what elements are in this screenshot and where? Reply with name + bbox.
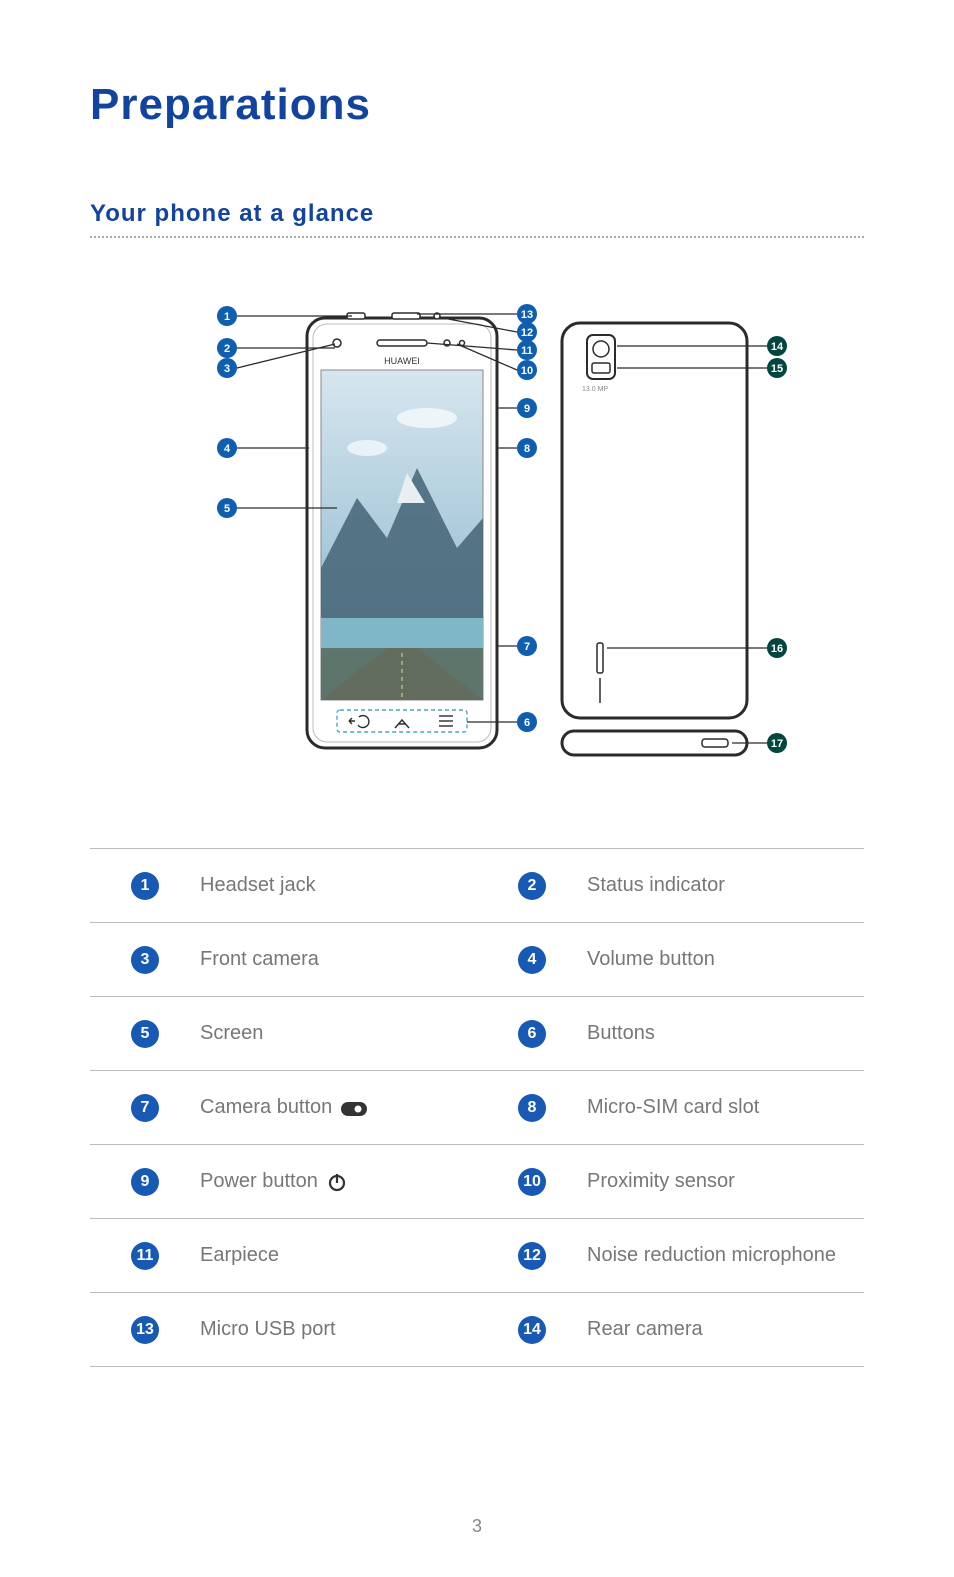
svg-text:1: 1: [224, 311, 230, 323]
parts-table: 1Headset jack2Status indicator3Front cam…: [90, 848, 864, 1367]
table-row: 11Earpiece12Noise reduction microphone: [90, 1219, 864, 1293]
part-label: Buttons: [587, 1022, 864, 1045]
part-label: Noise reduction microphone: [587, 1244, 864, 1267]
table-row: 3Front camera4Volume button: [90, 923, 864, 997]
svg-text:7: 7: [524, 641, 530, 653]
svg-text:13: 13: [521, 309, 533, 321]
svg-text:6: 6: [524, 717, 530, 729]
part-badge: 12: [477, 1242, 587, 1270]
part-badge: 5: [90, 1020, 200, 1048]
part-label: Micro-SIM card slot: [587, 1096, 864, 1119]
page-title: Preparations: [90, 80, 864, 130]
camera-mp-label: 13.0 MP: [582, 386, 608, 393]
table-row: 13Micro USB port14Rear camera: [90, 1293, 864, 1367]
part-label: Power button: [200, 1170, 477, 1193]
part-badge: 11: [90, 1242, 200, 1270]
svg-text:11: 11: [521, 345, 533, 357]
part-badge: 9: [90, 1168, 200, 1196]
part-label: Rear camera: [587, 1318, 864, 1341]
phone-diagram: HUAWEI: [90, 288, 864, 788]
part-badge: 8: [477, 1094, 587, 1122]
part-badge: 6: [477, 1020, 587, 1048]
part-badge: 1: [90, 872, 200, 900]
table-row: 7Camera button8Micro-SIM card slot: [90, 1071, 864, 1145]
svg-text:4: 4: [224, 443, 231, 455]
svg-text:16: 16: [771, 643, 783, 655]
table-row: 1Headset jack2Status indicator: [90, 849, 864, 923]
callout-4: 4: [217, 438, 309, 458]
callout-8: 8: [497, 438, 537, 458]
power-icon: [326, 1171, 348, 1193]
table-row: 9Power button10Proximity sensor: [90, 1145, 864, 1219]
svg-text:15: 15: [771, 363, 783, 375]
svg-text:9: 9: [524, 403, 530, 415]
part-label: Earpiece: [200, 1244, 477, 1267]
part-label: Camera button: [200, 1096, 477, 1119]
part-badge: 14: [477, 1316, 587, 1344]
svg-text:10: 10: [521, 365, 533, 377]
svg-text:12: 12: [521, 327, 533, 339]
part-badge: 7: [90, 1094, 200, 1122]
part-badge: 4: [477, 946, 587, 974]
svg-text:5: 5: [224, 503, 230, 515]
part-label: Front camera: [200, 948, 477, 971]
divider: [90, 236, 864, 238]
svg-text:3: 3: [224, 363, 230, 375]
svg-text:14: 14: [771, 341, 784, 353]
callout-7: 7: [497, 636, 537, 656]
part-label: Screen: [200, 1022, 477, 1045]
part-badge: 10: [477, 1168, 587, 1196]
callout-9: 9: [497, 398, 537, 418]
section-subtitle: Your phone at a glance: [90, 200, 864, 228]
part-label: Headset jack: [200, 874, 477, 897]
part-badge: 3: [90, 946, 200, 974]
part-badge: 13: [90, 1316, 200, 1344]
table-row: 5Screen6Buttons: [90, 997, 864, 1071]
part-badge: 2: [477, 872, 587, 900]
part-label: Status indicator: [587, 874, 864, 897]
camera-icon: [340, 1099, 368, 1117]
part-label: Volume button: [587, 948, 864, 971]
svg-text:8: 8: [524, 443, 530, 455]
brand-label: HUAWEI: [384, 356, 420, 366]
svg-text:2: 2: [224, 343, 230, 355]
part-label: Proximity sensor: [587, 1170, 864, 1193]
svg-text:17: 17: [771, 738, 783, 750]
page-number: 3: [0, 1516, 954, 1537]
part-label: Micro USB port: [200, 1318, 477, 1341]
